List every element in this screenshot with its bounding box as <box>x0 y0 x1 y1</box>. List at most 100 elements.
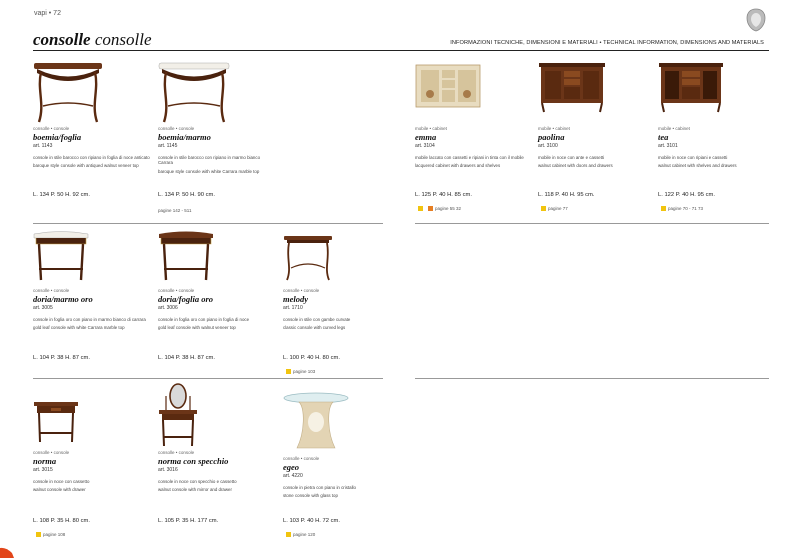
product-desc-it: mobile in noce con ante e cassetti <box>538 155 605 160</box>
product-name: doria/foglia oro <box>158 294 214 304</box>
product-art: art. 3016 <box>158 467 178 473</box>
product-desc-en: lacquered cabinet with drawers and shelv… <box>415 163 501 169</box>
page-title: consolle consolle <box>33 30 152 50</box>
console-stone-image <box>283 392 349 449</box>
page-corner-icon <box>0 547 14 558</box>
swatch-yellow <box>661 206 666 212</box>
product-dimensions: L. 108 P. 35 H. 80 cm. <box>33 518 90 524</box>
product-dimensions: L. 125 P. 40 H. 85 cm. <box>415 192 472 198</box>
row-divider <box>33 378 383 379</box>
product-art: art. 3005 <box>33 305 53 311</box>
product-art: art. 3101 <box>658 143 678 149</box>
product-pages: pagine 77 <box>538 206 568 212</box>
cabinet-image <box>415 64 481 108</box>
product-name: melody <box>283 294 309 304</box>
product-desc-en: walnut console with mirror and drawer <box>158 487 232 493</box>
product-name: emma <box>415 132 437 142</box>
product-dimensions: L. 134 P. 50 H. 90 cm. <box>158 192 215 198</box>
product-pages: pagine 55 32 <box>415 206 461 212</box>
product-pages: pagine 120 <box>283 532 315 538</box>
console-image <box>33 231 89 281</box>
header-divider <box>33 50 769 51</box>
product-desc-it: console in foglia oro con piano in fogli… <box>158 317 250 322</box>
product-desc-en: walnut console with drawer <box>33 487 86 493</box>
product-desc-en: stone console with glass top <box>283 493 338 499</box>
product-sku: consolle • console <box>33 126 70 131</box>
product-art: art. 1710 <box>283 305 303 311</box>
product-art: art. 3104 <box>415 143 435 149</box>
console-image <box>158 62 230 123</box>
product-name: tea <box>658 132 669 142</box>
product-pages: pagine 70 - 71 73 <box>658 206 703 212</box>
product-dimensions: L. 103 P. 40 H. 72 cm. <box>283 518 340 524</box>
product-art: art. 1143 <box>33 143 53 149</box>
product-sku: mobile • cabinet <box>538 126 570 131</box>
product-sku: consolle • console <box>33 288 70 293</box>
product-dimensions: L. 100 P. 40 H. 80 cm. <box>283 355 340 361</box>
product-sku: mobile • cabinet <box>658 126 690 131</box>
product-desc-it: console in stile barocco con ripiano in … <box>33 155 150 160</box>
product-dimensions: L. 105 P. 35 H. 177 cm. <box>158 518 219 524</box>
product-art: art. 3006 <box>158 305 178 311</box>
swatch-yellow <box>286 369 291 375</box>
product-pages: pagine 108 <box>33 532 65 538</box>
product-dimensions: L. 134 P. 50 H. 92 cm. <box>33 192 90 198</box>
row-divider <box>415 378 769 379</box>
swatch-orange <box>428 206 433 212</box>
cabinet-image <box>659 63 723 113</box>
product-desc-en: baroque style console with white Carrara… <box>158 168 260 174</box>
product-sku: consolle • console <box>158 126 195 131</box>
swatch-yellow <box>418 206 423 212</box>
product-art: art. 3015 <box>33 467 53 473</box>
product-desc-it: console in pietra con piano in cristallo <box>283 485 356 490</box>
product-sku: mobile • cabinet <box>415 126 447 131</box>
product-dimensions: L. 118 P. 40 H. 95 cm. <box>538 192 595 198</box>
product-sku: consolle • console <box>158 288 195 293</box>
product-name: doria/marmo oro <box>33 294 93 304</box>
product-sku: consolle • console <box>283 456 320 461</box>
section-info: INFORMAZIONI TECNICHE, DIMENSIONI E MATE… <box>450 40 764 46</box>
product-desc-en: walnut cabinet with doors and drawers <box>538 163 613 169</box>
product-pages: pagine 142 - 511 <box>158 208 192 213</box>
product-name: egeo <box>283 462 300 472</box>
title-bold: consolle <box>33 30 91 49</box>
product-art: art. 3100 <box>538 143 558 149</box>
product-desc-en: walnut cabinet with shelves and drawers <box>658 163 737 169</box>
swatch-yellow <box>286 532 291 538</box>
swatch-yellow <box>541 206 546 212</box>
product-desc-it: console in foglia oro con piano in marmo… <box>33 317 146 322</box>
product-desc-it: console in stile con gambe curvate <box>283 317 351 322</box>
product-sku: consolle • console <box>158 450 195 455</box>
page-label: vapi • 72 <box>34 10 61 17</box>
product-name: boemia/foglia <box>33 132 82 142</box>
product-name: norma con specchio <box>158 456 229 466</box>
product-desc-it: console in noce con specchio e cassetto <box>158 479 237 484</box>
product-sku: consolle • console <box>283 288 320 293</box>
product-name: boemia/marmo <box>158 132 211 142</box>
swatch-yellow <box>36 532 41 538</box>
console-mirror-image <box>159 383 197 447</box>
product-name: paolina <box>538 132 565 142</box>
product-desc-en: baroque style console with antiqued waln… <box>33 163 139 169</box>
product-dimensions: L. 104 P. 38 H. 87 cm. <box>158 355 215 361</box>
console-image <box>34 63 102 123</box>
product-pages: pagine 103 <box>283 369 315 375</box>
row-divider <box>415 223 769 224</box>
product-desc-en: classic console with curved legs <box>283 325 346 331</box>
console-image <box>159 231 213 281</box>
product-desc-en: gold leaf console with walnut veneer top <box>158 325 236 331</box>
product-desc-it: console in stile barocco con ripiano in … <box>158 155 261 166</box>
product-art: art. 4220 <box>283 473 303 479</box>
title-regular: consolle <box>90 30 152 49</box>
product-dimensions: L. 122 P. 40 H. 95 cm. <box>658 192 715 198</box>
product-dimensions: L. 104 P. 38 H. 87 cm. <box>33 355 90 361</box>
product-sku: consolle • console <box>33 450 70 455</box>
product-name: norma <box>33 456 57 466</box>
product-desc-it: mobile in noce con ripiani e cassetti <box>658 155 728 160</box>
brand-logo-icon <box>746 8 766 32</box>
cabinet-image <box>539 63 605 113</box>
product-desc-it: console in noce con cassetto <box>33 479 90 484</box>
product-desc-en: gold leaf console with white Carrara mar… <box>33 325 125 331</box>
console-image <box>284 236 332 281</box>
product-desc-it: mobile laccato con cassetti e ripiani in… <box>415 155 524 160</box>
